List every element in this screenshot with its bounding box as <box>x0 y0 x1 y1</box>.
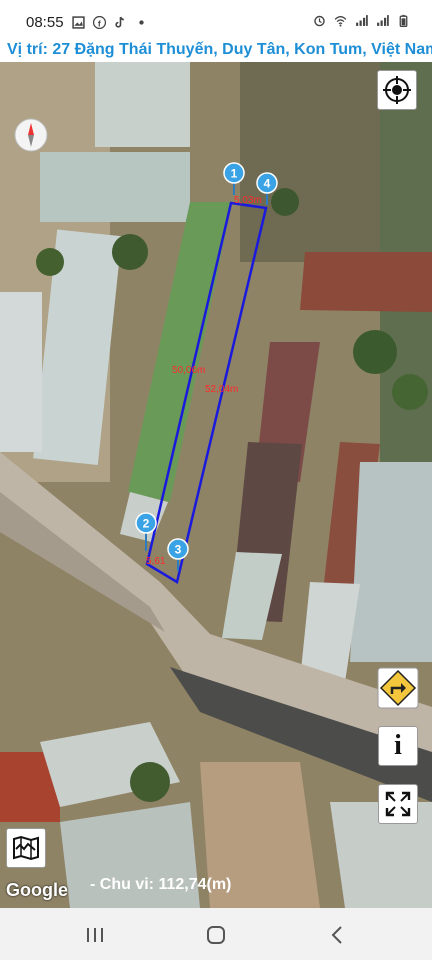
edge-label-top: 5,03m <box>234 195 262 206</box>
notification-icons: f <box>72 16 148 29</box>
battery-icon <box>399 14 408 27</box>
edge-label-bottom: 5,61 <box>146 556 166 567</box>
facebook-icon: f <box>93 16 106 29</box>
directions-icon <box>377 667 419 709</box>
crosshair-icon <box>383 76 411 104</box>
directions-button[interactable] <box>376 666 420 710</box>
compass-icon[interactable] <box>14 118 48 152</box>
fullscreen-icon <box>385 791 411 817</box>
perimeter-text: - Chu vi: 112,74(m) <box>90 876 232 893</box>
edge-label-left: 50,06m <box>172 365 206 376</box>
edge-label-right: 52,04m <box>205 384 239 395</box>
google-attribution: Google <box>6 880 68 900</box>
image-icon <box>72 16 85 29</box>
info-button[interactable]: i <box>378 726 418 766</box>
status-bar: 08:55 f <box>0 0 432 40</box>
marker-label: 3 <box>175 543 182 557</box>
map-marker-2[interactable]: 2 <box>134 512 158 552</box>
info-icon: i <box>394 730 402 761</box>
marker-label: 1 <box>231 167 238 181</box>
satellite-imagery <box>0 62 432 908</box>
map-marker-1[interactable]: 1 <box>222 162 246 196</box>
svg-text:f: f <box>98 18 101 28</box>
wifi-icon <box>334 16 347 27</box>
marker-label: 4 <box>264 177 271 191</box>
satellite-map[interactable]: 1 4 2 3 5,03m 50,06m 52,04m 5,61 i Googl… <box>0 62 432 908</box>
tiktok-icon <box>115 16 124 28</box>
signal-icon <box>356 15 368 26</box>
alarm-icon <box>314 15 325 27</box>
system-icons <box>313 14 410 27</box>
dot-icon <box>139 20 144 25</box>
location-address: Vị trí: 27 Đặng Thái Thuyến, Duy Tân, Ko… <box>7 41 432 58</box>
status-time: 08:55 <box>26 14 64 31</box>
home-icon[interactable] <box>206 925 226 945</box>
locate-button[interactable] <box>377 70 417 110</box>
address-bar: Vị trí: 27 Đặng Thái Thuyến, Duy Tân, Ko… <box>0 40 432 62</box>
back-icon[interactable] <box>328 925 346 945</box>
recent-apps-icon[interactable] <box>86 926 104 944</box>
marker-label: 2 <box>143 517 150 531</box>
fullscreen-button[interactable] <box>378 784 418 824</box>
navigation-bar <box>0 908 432 960</box>
map-type-icon <box>13 835 39 861</box>
signal-icon <box>377 15 389 26</box>
map-type-button[interactable] <box>6 828 46 868</box>
map-marker-3[interactable]: 3 <box>166 538 190 572</box>
